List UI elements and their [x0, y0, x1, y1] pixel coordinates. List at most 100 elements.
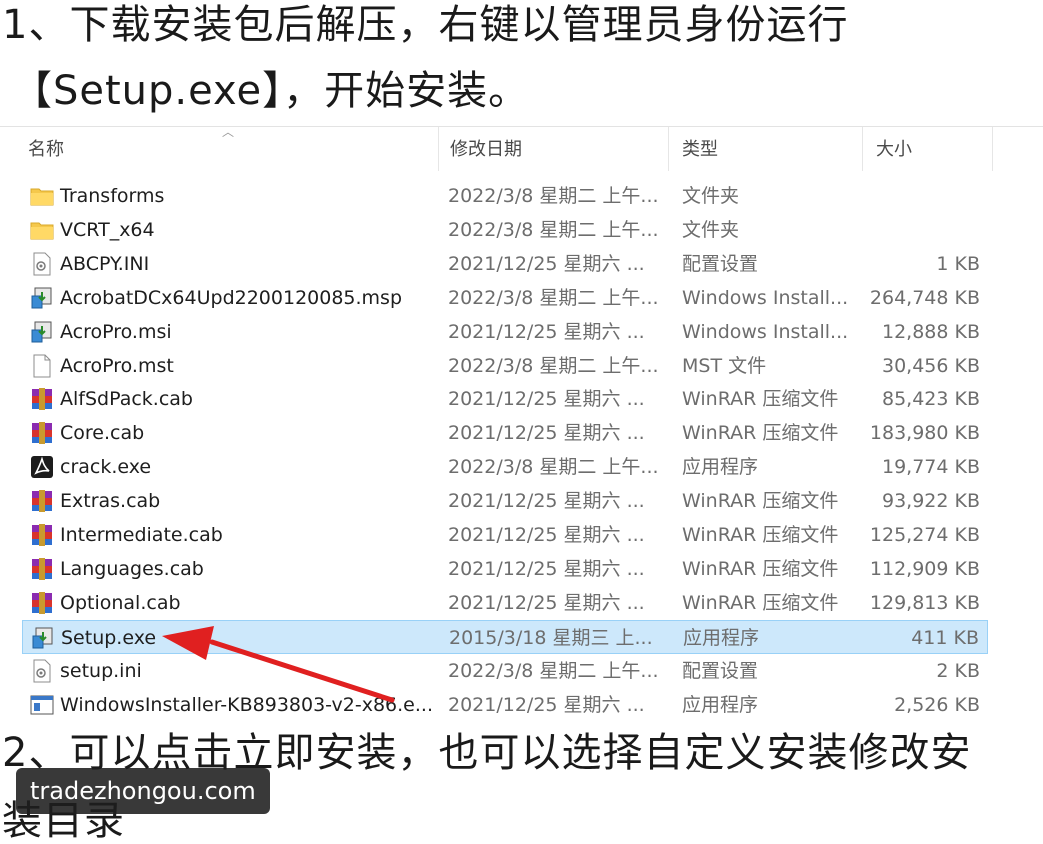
- file-row[interactable]: AlfSdPack.cab 2021/12/25 星期六 ... WinRAR 压缩…: [22, 382, 988, 416]
- file-row[interactable]: VCRT_x64 2022/3/8 星期二 上午... 文件夹: [22, 213, 988, 247]
- file-type: 文件夹: [682, 185, 740, 207]
- file-row[interactable]: WindowsInstaller-KB893803-v2-x86.e... 202…: [22, 688, 988, 722]
- winrar-icon: [30, 557, 54, 581]
- file-modified-date: 2021/12/25 星期六 ...: [448, 693, 645, 716]
- file-size: 411 KB: [911, 626, 979, 649]
- file-row[interactable]: Languages.cab 2021/12/25 星期六 ... WinRAR 压缩…: [22, 552, 988, 586]
- installer-icon: [30, 286, 54, 310]
- file-modified-date: 2021/12/25 星期六 ...: [448, 320, 645, 343]
- file-name: setup.ini: [60, 659, 142, 682]
- file-name: Intermediate.cab: [60, 524, 223, 546]
- file-row[interactable]: crack.exe 2022/3/8 星期二 上午... 应用程序 19,774 KB: [22, 450, 988, 484]
- file-modified-date: 2021/12/25 星期六 ...: [448, 388, 645, 411]
- file-row[interactable]: AcrobatDCx64Upd2200120085.msp 2022/3/8 星期…: [22, 281, 988, 315]
- file-type: WinRAR 压缩文件: [682, 388, 839, 411]
- file-size: 125,274 KB: [869, 524, 980, 546]
- file-name: WindowsInstaller-KB893803-v2-x86.e...: [60, 693, 433, 716]
- ini-file-icon: [30, 252, 54, 276]
- file-row[interactable]: AcroPro.msi 2021/12/25 星期六 ... Windows Ins…: [22, 315, 988, 349]
- column-header-name[interactable]: 名称: [28, 135, 64, 165]
- column-header-date[interactable]: 修改日期: [450, 135, 522, 165]
- column-divider[interactable]: [862, 127, 863, 171]
- winrar-icon: [30, 591, 54, 615]
- column-divider[interactable]: [668, 127, 669, 171]
- file-row-selected[interactable]: Setup.exe 2015/3/18 星期三 上... 应用程序 411 KB: [22, 619, 988, 654]
- file-name: AcroPro.msi: [60, 320, 172, 343]
- file-size: 93,922 KB: [881, 490, 980, 513]
- file-name: AcrobatDCx64Upd2200120085.msp: [60, 286, 403, 309]
- file-modified-date: 2021/12/25 星期六 ...: [448, 490, 645, 513]
- file-modified-date: 2021/12/25 星期六 ...: [448, 252, 645, 275]
- winrar-icon: [30, 387, 54, 411]
- file-name: ABCPY.INI: [60, 252, 150, 275]
- installer-icon: [30, 320, 54, 344]
- watermark: tradezhongou.com: [16, 768, 270, 814]
- file-type: Windows Install...: [682, 286, 849, 309]
- file-row[interactable]: setup.ini 2022/3/8 星期二 上午... 配置设置 2 KB: [22, 654, 988, 688]
- file-size: 2,526 KB: [894, 693, 980, 716]
- folder-icon: [30, 184, 54, 208]
- file-row[interactable]: AcroPro.mst 2022/3/8 星期二 上午... MST 文件 30,45…: [22, 349, 988, 383]
- file-name: Core.cab: [60, 422, 145, 445]
- column-header-row: ︿ 名称 修改日期 类型 大小: [0, 125, 1043, 171]
- file-name: Extras.cab: [60, 490, 161, 513]
- file-type: Windows Install...: [682, 320, 849, 343]
- column-divider[interactable]: [438, 127, 439, 171]
- file-name: crack.exe: [60, 456, 152, 479]
- file-size: 1 KB: [936, 252, 980, 275]
- installer-icon: [31, 626, 55, 650]
- folder-icon: [30, 218, 54, 242]
- file-modified-date: 2021/12/25 星期六 ...: [448, 422, 645, 445]
- file-size: 264,748 KB: [869, 286, 980, 309]
- file-size: 2 KB: [936, 659, 980, 682]
- file-type: WinRAR 压缩文件: [682, 591, 839, 614]
- file-size: 12,888 KB: [881, 320, 980, 343]
- file-size: 129,813 KB: [869, 591, 980, 614]
- file-modified-date: 2021/12/25 星期六 ...: [448, 591, 645, 614]
- file-size: 112,909 KB: [869, 557, 980, 580]
- file-name: AcroPro.mst: [60, 354, 174, 377]
- winrar-icon: [30, 523, 54, 547]
- file-modified-date: 2015/3/18 星期三 上...: [449, 626, 653, 649]
- file-name: Transforms: [60, 185, 165, 207]
- file-modified-date: 2022/3/8 星期二 上午...: [448, 185, 659, 207]
- file-size: 30,456 KB: [881, 354, 980, 377]
- file-size: 183,980 KB: [869, 422, 980, 445]
- file-row[interactable]: Optional.cab 2021/12/25 星期六 ... WinRAR 压缩文…: [22, 586, 988, 620]
- file-modified-date: 2021/12/25 星期六 ...: [448, 557, 645, 580]
- file-row[interactable]: Extras.cab 2021/12/25 星期六 ... WinRAR 压缩文件 9…: [22, 484, 988, 518]
- file-modified-date: 2022/3/8 星期二 上午...: [448, 354, 659, 377]
- acrobat-icon: [30, 455, 54, 479]
- file-modified-date: 2022/3/8 星期二 上午...: [448, 659, 659, 682]
- file-type: 应用程序: [682, 693, 759, 716]
- column-header-size[interactable]: 大小: [876, 135, 912, 165]
- column-divider[interactable]: [992, 127, 993, 171]
- file-row[interactable]: ABCPY.INI 2021/12/25 星期六 ... 配置设置 1 KB: [22, 247, 988, 281]
- file-type: 配置设置: [682, 252, 759, 275]
- exe-window-icon: [30, 693, 54, 717]
- blank-file-icon: [30, 354, 54, 378]
- file-name: Setup.exe: [61, 626, 157, 649]
- column-header-type[interactable]: 类型: [682, 135, 718, 165]
- file-type: WinRAR 压缩文件: [682, 490, 839, 513]
- file-type: WinRAR 压缩文件: [682, 422, 839, 445]
- file-explorer-list: ︿ 名称 修改日期 类型 大小 Transforms 2022/3/8 星期二 上…: [0, 125, 1043, 722]
- sort-caret-icon: ︿: [222, 125, 235, 139]
- step1-line1: 1、下载安装包后解压，右键以管理员身份运行: [2, 2, 849, 48]
- file-size: 19,774 KB: [881, 456, 980, 479]
- file-row[interactable]: Core.cab 2021/12/25 星期六 ... WinRAR 压缩文件 183…: [22, 416, 988, 450]
- file-type: 应用程序: [683, 626, 760, 649]
- file-name: AlfSdPack.cab: [60, 388, 193, 411]
- file-row[interactable]: Intermediate.cab 2021/12/25 星期六 ... WinRAR…: [22, 518, 988, 552]
- file-size: 85,423 KB: [881, 388, 980, 411]
- file-row[interactable]: Transforms 2022/3/8 星期二 上午... 文件夹: [22, 179, 988, 213]
- file-type: 应用程序: [682, 456, 759, 479]
- file-type: WinRAR 压缩文件: [682, 524, 839, 546]
- file-type: MST 文件: [682, 354, 767, 377]
- file-type: 配置设置: [682, 659, 759, 682]
- file-modified-date: 2022/3/8 星期二 上午...: [448, 218, 659, 241]
- ini-file-icon: [30, 659, 54, 683]
- file-name: VCRT_x64: [60, 218, 155, 241]
- file-modified-date: 2022/3/8 星期二 上午...: [448, 286, 659, 309]
- file-modified-date: 2022/3/8 星期二 上午...: [448, 456, 659, 479]
